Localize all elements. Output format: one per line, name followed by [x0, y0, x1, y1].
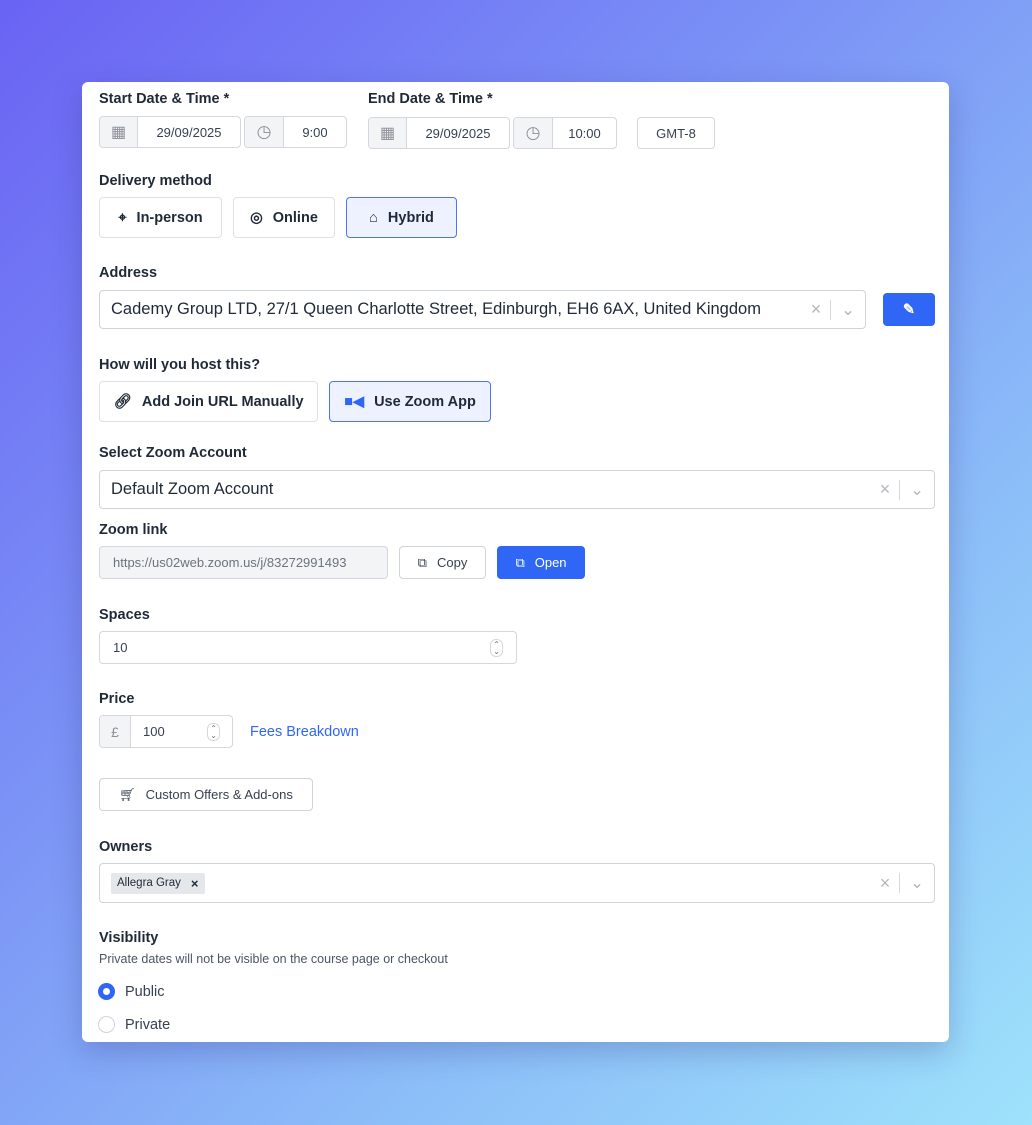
chevron-down-icon[interactable]: ⌄ — [900, 873, 934, 893]
spaces-label: Spaces — [99, 607, 150, 623]
end-time-value: 10:00 — [568, 125, 601, 141]
label: Open — [534, 555, 567, 570]
end-time-input[interactable]: ◷ 10:00 — [513, 117, 617, 149]
zoom-account-select[interactable]: Default Zoom Account × ⌄ — [99, 470, 935, 509]
end-date-input[interactable]: ▦ 29/09/2025 — [368, 117, 510, 149]
delivery-online-button[interactable]: ◎ Online — [233, 197, 335, 238]
zoom-account-value: Default Zoom Account — [111, 480, 274, 498]
clock-icon: ◷ — [514, 118, 553, 148]
event-date-form: Start Date & Time * ▦ 29/09/2025 ◷ 9:00 … — [82, 82, 949, 1042]
radio-public[interactable]: Public — [98, 983, 165, 1000]
start-date-value: 29/09/2025 — [156, 124, 222, 140]
house-laptop-icon: ⌂ — [369, 209, 378, 226]
label: Public — [125, 983, 165, 1000]
chevron-down-icon[interactable]: ⌄ — [831, 300, 865, 320]
start-date-input[interactable]: ▦ 29/09/2025 — [99, 116, 241, 148]
label: Online — [272, 209, 318, 226]
link-icon: 🔗︎ — [113, 394, 132, 410]
copy-button[interactable]: ⧉ Copy — [399, 546, 486, 579]
label: Add Join URL Manually — [141, 393, 304, 410]
calendar-icon: ▦ — [369, 118, 407, 148]
map-pin-icon: ⌖ — [118, 209, 127, 226]
price-value: 100 — [143, 724, 165, 739]
custom-offers-button[interactable]: 🛒︎ Custom Offers & Add-ons — [99, 778, 313, 811]
end-date-value: 29/09/2025 — [425, 125, 491, 141]
price-label: Price — [99, 691, 135, 707]
owners-label: Owners — [99, 839, 153, 855]
delivery-hybrid-button[interactable]: ⌂ Hybrid — [346, 197, 457, 238]
open-button[interactable]: ⧉ Open — [497, 546, 585, 579]
price-input[interactable]: £ 100 ⌃ ⌄ — [99, 715, 233, 748]
visibility-help: Private dates will not be visible on the… — [99, 952, 448, 966]
radio-unchecked-icon[interactable] — [98, 1016, 115, 1033]
address-value: Cademy Group LTD, 27/1 Queen Charlotte S… — [111, 300, 761, 318]
webcam-icon: ◎ — [250, 209, 263, 226]
spaces-input[interactable]: 10 ⌃ ⌄ — [99, 631, 517, 664]
clear-icon[interactable]: × — [871, 479, 899, 500]
timezone-select[interactable]: GMT-8 — [637, 117, 715, 149]
clock-icon: ◷ — [245, 117, 284, 147]
stepper-icon[interactable]: ⌃ ⌄ — [207, 722, 220, 741]
delivery-in-person-button[interactable]: ⌖ In-person — [99, 197, 222, 238]
remove-tag-icon[interactable]: × — [191, 876, 199, 891]
zoom-account-label: Select Zoom Account — [99, 445, 247, 461]
pencil-icon: ✎ — [902, 301, 916, 318]
currency-addon: £ — [100, 716, 131, 747]
label: In-person — [136, 209, 203, 226]
clear-icon[interactable]: × — [871, 873, 899, 894]
label: Use Zoom App — [374, 393, 476, 410]
hosting-label: How will you host this? — [99, 357, 261, 373]
start-time-input[interactable]: ◷ 9:00 — [244, 116, 347, 148]
zoom-link-label: Zoom link — [99, 522, 168, 538]
address-label: Address — [99, 265, 158, 281]
label: Private — [125, 1016, 171, 1033]
end-label: End Date & Time * — [368, 91, 493, 107]
clear-icon[interactable]: × — [802, 299, 830, 320]
label: Copy — [436, 555, 468, 570]
copy-icon: ⧉ — [417, 554, 427, 570]
video-camera-icon: ■◀ — [344, 393, 365, 410]
owner-tag: Allegra Gray × — [111, 872, 205, 894]
chevron-down-icon[interactable]: ⌄ — [900, 480, 934, 500]
zoom-link-input[interactable]: https://us02web.zoom.us/j/83272991493 — [99, 546, 388, 579]
add-join-url-button[interactable]: 🔗︎ Add Join URL Manually — [99, 381, 318, 422]
fees-breakdown-link[interactable]: Fees Breakdown — [250, 724, 359, 740]
label: Hybrid — [387, 209, 434, 226]
delivery-label: Delivery method — [99, 173, 212, 189]
calendar-icon: ▦ — [100, 117, 138, 147]
start-time-value: 9:00 — [302, 124, 328, 140]
edit-address-button[interactable]: ✎ — [883, 293, 935, 326]
spaces-value: 10 — [113, 640, 128, 655]
start-label: Start Date & Time * — [99, 91, 230, 107]
radio-checked-icon[interactable] — [98, 983, 115, 1000]
use-zoom-app-button[interactable]: ■◀ Use Zoom App — [329, 381, 491, 422]
address-select[interactable]: Cademy Group LTD, 27/1 Queen Charlotte S… — [99, 290, 866, 329]
visibility-label: Visibility — [99, 930, 159, 946]
owner-name: Allegra Gray — [117, 877, 181, 889]
label: Custom Offers & Add-ons — [145, 787, 293, 802]
radio-private[interactable]: Private — [98, 1016, 170, 1033]
cart-icon: 🛒︎ — [119, 786, 136, 802]
external-link-icon: ⧉ — [515, 554, 525, 570]
stepper-icon[interactable]: ⌃ ⌄ — [490, 638, 503, 657]
owners-select[interactable]: Allegra Gray × × ⌄ — [99, 863, 935, 903]
